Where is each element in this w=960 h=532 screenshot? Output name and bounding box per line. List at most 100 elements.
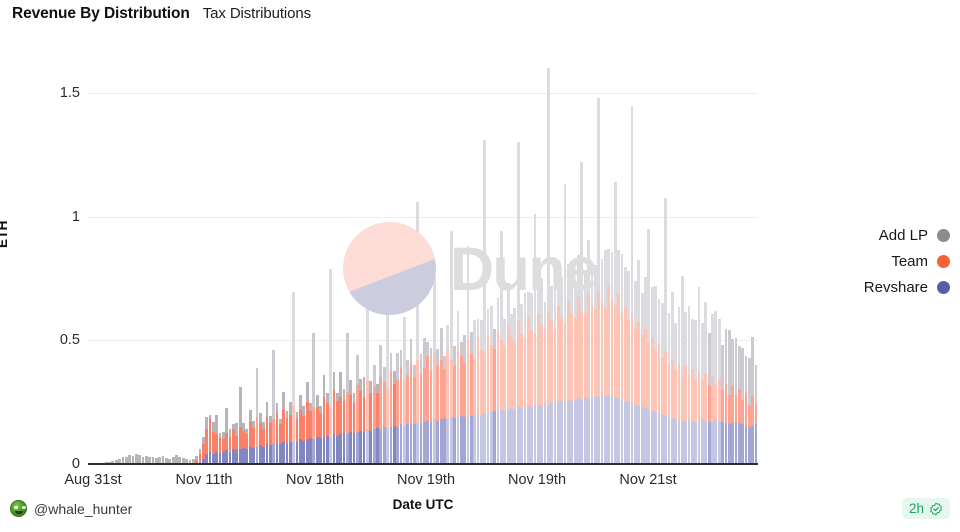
bar-column[interactable] — [694, 320, 698, 464]
bar-column[interactable] — [419, 353, 423, 464]
bar-column[interactable] — [630, 106, 634, 464]
bar-column[interactable] — [473, 320, 476, 464]
bar-column[interactable] — [624, 267, 627, 464]
bar-column[interactable] — [747, 357, 751, 464]
bar-column[interactable] — [640, 293, 644, 464]
bar-column[interactable] — [325, 393, 329, 464]
bar-column[interactable] — [443, 356, 446, 464]
bar-column[interactable] — [637, 259, 641, 464]
bar-column[interactable] — [265, 402, 269, 464]
bar-column[interactable] — [741, 347, 744, 464]
bar-column[interactable] — [523, 293, 527, 464]
bar-column[interactable] — [670, 292, 674, 464]
bar-column[interactable] — [339, 372, 342, 464]
bar-column[interactable] — [751, 336, 755, 464]
bar-column[interactable] — [490, 305, 493, 464]
bar-column[interactable] — [382, 367, 386, 464]
bar-column[interactable] — [677, 306, 681, 464]
bar-column[interactable] — [550, 285, 554, 464]
bar-column[interactable] — [691, 319, 694, 464]
bar-column[interactable] — [479, 320, 483, 464]
bar-column[interactable] — [486, 309, 490, 464]
legend-item-revshare[interactable]: Revshare — [790, 274, 950, 300]
bar-column[interactable] — [426, 341, 430, 464]
bar-column[interactable] — [396, 352, 399, 464]
bar-column[interactable] — [610, 252, 614, 464]
bar-column[interactable] — [701, 322, 704, 464]
bar-column[interactable] — [503, 319, 507, 464]
author-handle[interactable]: @whale_hunter — [34, 501, 132, 517]
author-credit[interactable]: @whale_hunter — [10, 500, 132, 517]
bar-column[interactable] — [235, 423, 239, 464]
bar-column[interactable] — [272, 350, 275, 464]
bar-column[interactable] — [513, 308, 517, 464]
bar-column[interactable] — [446, 325, 450, 464]
bar-column[interactable] — [409, 339, 413, 464]
bar-column[interactable] — [215, 414, 219, 464]
bar-column[interactable] — [634, 280, 637, 464]
bar-column[interactable] — [516, 142, 520, 464]
bar-column[interactable] — [744, 356, 748, 464]
bar-column[interactable] — [543, 301, 547, 464]
bar-column[interactable] — [587, 240, 590, 464]
bar-column[interactable] — [319, 405, 322, 464]
bar-column[interactable] — [546, 68, 550, 464]
bar-column[interactable] — [315, 394, 319, 464]
bar-column[interactable] — [278, 419, 282, 464]
bar-column[interactable] — [520, 304, 523, 464]
bar-column[interactable] — [620, 253, 624, 464]
legend-item-team[interactable]: Team — [790, 248, 950, 274]
bar-column[interactable] — [456, 310, 460, 464]
bar-column[interactable] — [262, 421, 265, 464]
bar-column[interactable] — [228, 429, 232, 464]
bar-column[interactable] — [597, 97, 600, 464]
bar-column[interactable] — [379, 345, 383, 464]
bar-column[interactable] — [392, 371, 396, 464]
bar-column[interactable] — [389, 352, 393, 464]
bar-column[interactable] — [680, 275, 684, 464]
bar-column[interactable] — [731, 339, 734, 464]
bar-column[interactable] — [412, 365, 416, 464]
bar-column[interactable] — [342, 388, 346, 464]
bar-column[interactable] — [650, 287, 654, 464]
bar-column[interactable] — [386, 284, 389, 464]
bar-column[interactable] — [429, 347, 433, 464]
bar-column[interactable] — [449, 231, 453, 464]
bar-column[interactable] — [644, 277, 647, 464]
bar-column[interactable] — [496, 298, 500, 464]
bar-column[interactable] — [627, 270, 631, 464]
bar-column[interactable] — [466, 246, 470, 464]
legend-item-add-lp[interactable]: Add LP — [790, 222, 950, 248]
bar-column[interactable] — [590, 270, 594, 464]
bar-column[interactable] — [687, 305, 691, 464]
bar-column[interactable] — [526, 292, 530, 464]
bar-column[interactable] — [717, 319, 721, 464]
bar-column[interactable] — [248, 409, 252, 464]
bar-column[interactable] — [510, 314, 513, 464]
bar-column[interactable] — [553, 277, 557, 464]
bar-column[interactable] — [714, 310, 718, 464]
bar-column[interactable] — [439, 327, 443, 464]
bar-column[interactable] — [453, 346, 456, 464]
bar-column[interactable] — [292, 292, 296, 464]
bar-column[interactable] — [660, 303, 664, 464]
bar-column[interactable] — [754, 365, 758, 464]
bar-column[interactable] — [282, 392, 286, 464]
bar-column[interactable] — [416, 201, 420, 464]
bar-column[interactable] — [356, 355, 359, 464]
bar-column[interactable] — [268, 415, 272, 464]
bar-column[interactable] — [540, 278, 543, 464]
bar-column[interactable] — [245, 429, 249, 464]
bar-column[interactable] — [309, 403, 312, 464]
bar-column[interactable] — [557, 275, 560, 464]
bar-column[interactable] — [667, 313, 671, 464]
bar-column[interactable] — [218, 433, 222, 464]
bar-column[interactable] — [617, 249, 621, 464]
bar-column[interactable] — [285, 410, 289, 464]
bar-column[interactable] — [352, 393, 356, 464]
bar-column[interactable] — [255, 367, 259, 464]
bar-column[interactable] — [483, 139, 487, 464]
bar-column[interactable] — [567, 263, 570, 464]
bar-column[interactable] — [577, 254, 580, 464]
bar-column[interactable] — [198, 449, 202, 464]
